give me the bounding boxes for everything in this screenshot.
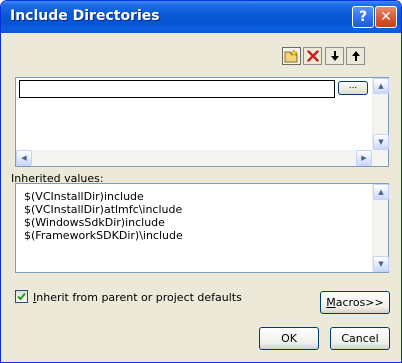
inherited-values-box: $(VCInstallDir)include $(VCInstallDir)at… — [15, 183, 389, 273]
macros-label-text: acros>> — [335, 296, 384, 309]
scroll-down-arrow[interactable]: ▼ — [373, 256, 389, 272]
checkmark-icon — [17, 292, 26, 301]
scroll-right-arrow[interactable]: ▶ — [356, 150, 372, 166]
inherited-values-vscrollbar[interactable]: ▲ ▼ — [372, 184, 389, 272]
directory-list[interactable]: ... ▲ ▼ ◀ ▶ — [15, 77, 389, 167]
ok-button[interactable]: OK — [259, 327, 319, 350]
browse-button[interactable]: ... — [338, 81, 368, 95]
directory-list-vscrollbar[interactable]: ▲ ▼ — [372, 78, 389, 150]
scroll-up-arrow[interactable]: ▲ — [373, 184, 389, 200]
inherited-value-line: $(VCInstallDir)include — [24, 190, 144, 203]
close-button[interactable]: ✕ — [375, 6, 397, 28]
close-icon: ✕ — [380, 9, 392, 25]
scroll-left-arrow[interactable]: ◀ — [16, 150, 32, 166]
delete-icon — [306, 50, 319, 62]
new-folder-icon — [284, 49, 298, 63]
browse-label: ... — [348, 81, 358, 91]
delete-button[interactable] — [303, 47, 322, 65]
help-icon: ? — [358, 9, 368, 25]
inherit-checkbox-label[interactable]: Inherit from parent or project defaults — [33, 291, 242, 304]
inherit-label-text: nherit from parent or project defaults — [36, 291, 242, 304]
scroll-up-arrow[interactable]: ▲ — [373, 78, 389, 94]
move-down-button[interactable] — [325, 47, 344, 65]
inherited-value-line: $(WindowsSdkDir)include — [24, 216, 165, 229]
scroll-down-arrow[interactable]: ▼ — [373, 134, 389, 150]
move-up-icon — [351, 51, 360, 61]
macros-label-mnemonic: M — [326, 296, 336, 309]
include-directories-dialog: Include Directories ? ✕ ... ▲ ▼ ◀ ▶ Inhe… — [0, 0, 402, 363]
inherited-values-list: $(VCInstallDir)include $(VCInstallDir)at… — [24, 190, 183, 242]
title-bar[interactable]: Include Directories ? ✕ — [1, 1, 401, 33]
new-line-button[interactable] — [282, 47, 301, 65]
move-down-icon — [330, 51, 339, 61]
cancel-button[interactable]: Cancel — [330, 327, 390, 350]
inherited-value-line: $(FrameworkSDKDir)\include — [24, 229, 183, 242]
inherit-checkbox[interactable] — [15, 290, 28, 303]
help-button[interactable]: ? — [352, 6, 374, 28]
directory-list-hscrollbar[interactable]: ◀ ▶ — [16, 150, 388, 166]
dialog-body: ... ▲ ▼ ◀ ▶ Inherited values: $(VCInstal… — [5, 33, 397, 360]
move-up-button[interactable] — [346, 47, 365, 65]
window-title: Include Directories — [10, 8, 160, 24]
macros-button[interactable]: Macros>> — [320, 291, 390, 314]
inherited-value-line: $(VCInstallDir)atlmfc\include — [24, 203, 183, 216]
directory-edit-field[interactable] — [19, 80, 335, 98]
